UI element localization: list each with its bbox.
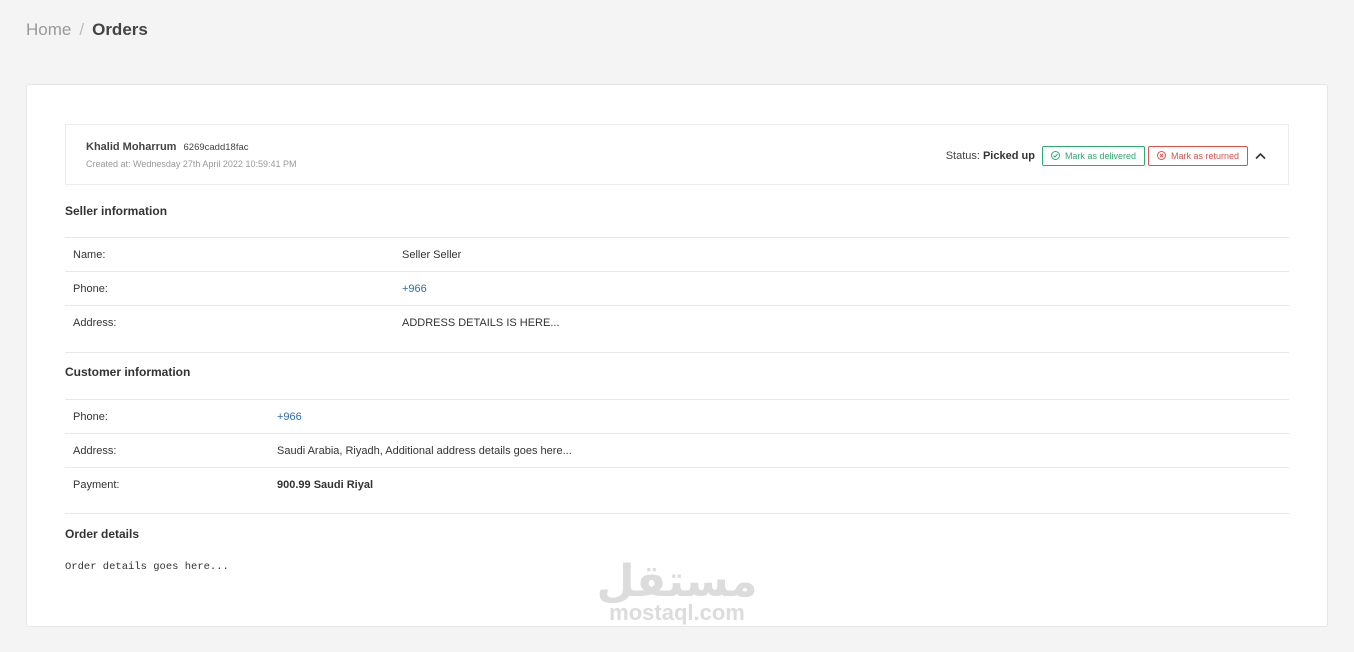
order-details-title: Order details — [65, 527, 140, 541]
chevron-up-icon[interactable] — [1254, 150, 1266, 162]
customer-address-label: Address: — [73, 444, 117, 457]
order-details-text: Order details goes here... — [65, 561, 229, 573]
customer-phone-label: Phone: — [73, 410, 108, 423]
seller-address-value: ADDRESS DETAILS IS HERE... — [402, 317, 560, 329]
order-card: Khalid Moharrum 6269cadd18fac Created at… — [26, 84, 1328, 627]
customer-payment-value: 900.99 Saudi Riyal — [277, 479, 373, 491]
breadcrumb-home-link[interactable]: Home — [26, 20, 71, 40]
page-title: Orders — [92, 20, 148, 39]
order-id: 6269cadd18fac — [183, 142, 249, 153]
table-row: Name: Seller Seller — [65, 238, 1289, 272]
order-created-at: Created at: Wednesday 27th April 2022 10… — [86, 159, 297, 169]
table-row: Phone: +966 — [65, 272, 1289, 306]
watermark: مستقل mostaql.com — [596, 558, 758, 624]
seller-info-table: Name: Seller Seller Phone: +966 Address:… — [65, 237, 1289, 340]
seller-phone-link[interactable]: +966 — [402, 283, 427, 295]
seller-address-label: Address: — [73, 317, 117, 329]
status-label: Status: — [945, 149, 980, 162]
seller-info-title: Seller information — [65, 204, 168, 218]
section-divider — [65, 352, 1289, 353]
section-divider — [65, 513, 1289, 514]
customer-info-title: Customer information — [65, 365, 191, 379]
mark-delivered-label: Mark as delivered — [1064, 150, 1136, 161]
table-row: Payment: 900.99 Saudi Riyal — [65, 468, 1289, 502]
check-circle-icon — [1050, 151, 1060, 160]
customer-info-table: Phone: +966 Address: Saudi Arabia, Riyad… — [65, 399, 1289, 502]
table-row: Phone: +966 — [65, 400, 1289, 434]
status-value: Picked up — [982, 149, 1035, 162]
seller-phone-label: Phone: — [73, 282, 108, 295]
customer-payment-label: Payment: — [73, 479, 120, 491]
customer-address-value: Saudi Arabia, Riyadh, Additional address… — [277, 444, 572, 457]
customer-name-text: Khalid Moharrum — [86, 141, 177, 153]
breadcrumb-separator: / — [79, 20, 85, 39]
order-header[interactable]: Khalid Moharrum 6269cadd18fac Created at… — [65, 124, 1289, 185]
breadcrumb: Home / Orders — [26, 20, 148, 40]
table-row: Address: ADDRESS DETAILS IS HERE... — [65, 306, 1289, 340]
seller-name-value: Seller Seller — [402, 248, 462, 261]
status-area: Status: Picked up Mark as delivered Mark… — [946, 145, 1266, 166]
watermark-arabic: مستقل — [596, 556, 758, 607]
watermark-latin: mostaql.com — [609, 600, 745, 625]
x-circle-icon — [1156, 151, 1166, 160]
mark-returned-label: Mark as returned — [1170, 150, 1239, 161]
mark-delivered-button[interactable]: Mark as delivered — [1041, 145, 1145, 166]
customer-name: Khalid Moharrum 6269cadd18fac — [86, 141, 249, 153]
customer-phone-link[interactable]: +966 — [277, 411, 302, 423]
mark-returned-button[interactable]: Mark as returned — [1147, 145, 1248, 166]
seller-name-label: Name: — [73, 248, 106, 261]
table-row: Address: Saudi Arabia, Riyadh, Additiona… — [65, 434, 1289, 468]
